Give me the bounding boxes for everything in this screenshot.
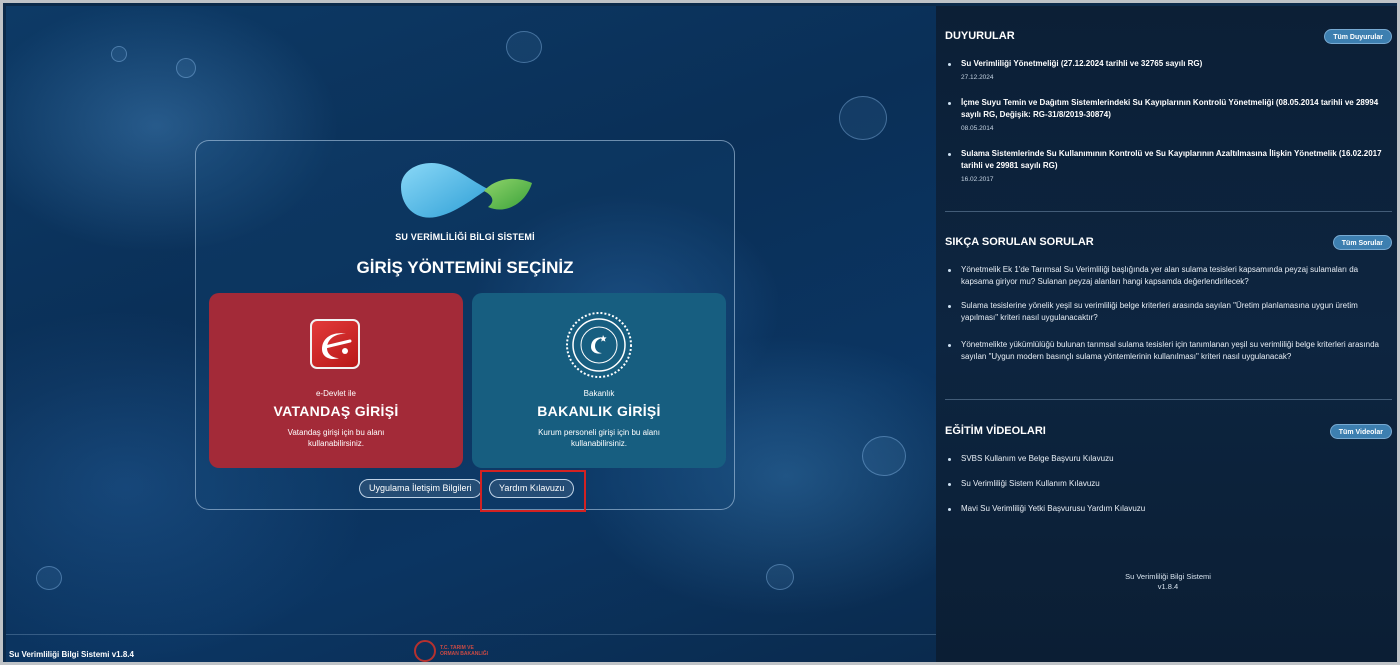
footer-app-name: Su Verimliliği Bilgi Sistemi (1125, 572, 1211, 581)
announcement-item[interactable]: İçme Suyu Temin ve Dağıtım Sistemlerinde… (948, 97, 1382, 121)
announcement-date: 16.02.2017 (961, 176, 994, 183)
ministry-seal-icon (414, 640, 436, 662)
citizen-login-sub: e-Devlet ile (315, 389, 356, 398)
video-item[interactable]: SVBS Kullanım ve Belge Başvuru Kılavuzu (948, 453, 1382, 465)
help-guide-highlight (480, 470, 586, 512)
ministry-logo: T.C. TARIM VE ORMAN BAKANLIĞI (414, 640, 488, 662)
announcement-item[interactable]: Sulama Sistemlerinde Su Kullanımının Kon… (948, 148, 1382, 172)
footer-version: v1.8.4 (1157, 582, 1179, 591)
section-divider (945, 211, 1392, 212)
faq-item[interactable]: Yönetmelikte yükümlülüğü bulunan tarımsa… (948, 339, 1382, 363)
app-version-label: Su Verimliliği Bilgi Sistemi v1.8.4 (9, 650, 134, 659)
water-drop-logo-icon (401, 163, 532, 218)
app-contact-info-button[interactable]: Uygulama İletişim Bilgileri (359, 479, 482, 498)
app-window: Su Verimliliği Bilgi Sistemi v1.8.4 T.C.… (0, 0, 1400, 665)
background-bubble (862, 436, 906, 476)
edevlet-crescent-icon (322, 333, 352, 359)
background-bubble (766, 564, 794, 590)
videos-title: EĞİTİM VİDEOLARI (945, 425, 1046, 437)
citizen-login-button[interactable]: e-Devlet ile VATANDAŞ GİRİŞİ Vatandaş gi… (209, 293, 463, 468)
app-name: SU VERİMLİLİĞİ BİLGİ SİSTEMİ (395, 232, 535, 242)
background-bubble (176, 58, 196, 78)
citizen-login-title: VATANDAŞ GİRİŞİ (273, 403, 399, 419)
ministry-login-desc: Kurum personeli girişi için bu alanı kul… (538, 428, 660, 448)
ministry-login-sub: Bakanlık (583, 389, 615, 398)
all-announcements-button[interactable]: Tüm Duyurular (1324, 29, 1392, 44)
edevlet-icon (310, 319, 360, 369)
announcement-date: 27.12.2024 (961, 74, 994, 81)
ministry-label-line-2: ORMAN BAKANLIĞI (440, 651, 489, 657)
all-videos-button[interactable]: Tüm Videolar (1329, 424, 1392, 439)
faq-title: SIKÇA SORULAN SORULAR (945, 236, 1094, 248)
ministry-seal-icon (566, 312, 632, 378)
faq-item[interactable]: Sulama tesislerine yönelik yeşil su veri… (948, 300, 1382, 324)
announcement-date: 08.05.2014 (961, 125, 994, 132)
background-bubble (36, 566, 62, 590)
video-item[interactable]: Su Verimliliği Sistem Kullanım Kılavuzu (948, 478, 1382, 490)
info-panel: DUYURULAR Tüm Duyurular Su Verimliliği Y… (936, 6, 1397, 662)
ministry-login-button[interactable]: Bakanlık BAKANLIK GİRİŞİ Kurum personeli… (472, 293, 726, 468)
login-method-title: GİRİŞ YÖNTEMİNİ SEÇİNİZ (356, 258, 574, 277)
announcements-title: DUYURULAR (945, 30, 1015, 42)
ministry-login-title: BAKANLIK GİRİŞİ (537, 403, 661, 419)
video-item[interactable]: Mavi Su Verimliliği Yetki Başvurusu Yard… (948, 503, 1382, 515)
background-bubble (839, 96, 887, 140)
footer-divider (6, 634, 936, 635)
all-questions-button[interactable]: Tüm Sorular (1332, 235, 1392, 250)
announcement-item[interactable]: Su Verimliliği Yönetmeliği (27.12.2024 t… (948, 58, 1382, 70)
ministry-logo-text: T.C. TARIM VE ORMAN BAKANLIĞI (440, 645, 488, 657)
faq-item[interactable]: Yönetmelik Ek 1'de Tarımsal Su Verimlili… (948, 264, 1382, 288)
citizen-login-desc: Vatandaş girişi için bu alanı kullanabil… (287, 428, 385, 448)
login-card: SU VERİMLİLİĞİ BİLGİ SİSTEMİ GİRİŞ YÖNTE… (195, 140, 735, 510)
background-bubble (111, 46, 127, 62)
section-divider (945, 399, 1392, 400)
background-bubble (506, 31, 542, 63)
